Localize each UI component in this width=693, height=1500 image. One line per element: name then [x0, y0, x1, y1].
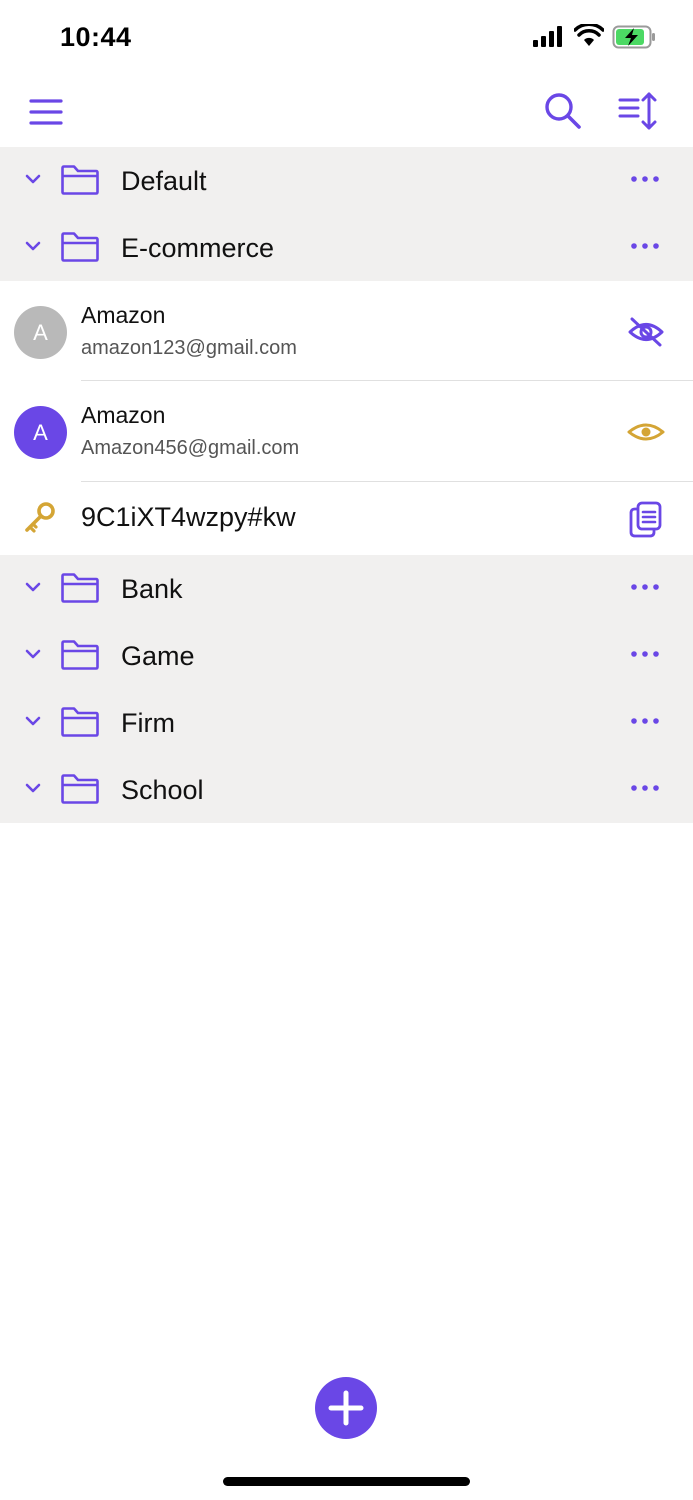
- eye-icon[interactable]: [626, 415, 666, 449]
- folder-name: Game: [121, 641, 195, 671]
- folder-row-default[interactable]: Default: [0, 147, 693, 214]
- key-icon: [25, 502, 55, 533]
- entry-email: amazon123@gmail.com: [81, 337, 297, 359]
- sort-icon[interactable]: [616, 90, 662, 132]
- entry-email: Amazon456@gmail.com: [81, 437, 300, 459]
- more-icon[interactable]: [630, 175, 660, 183]
- folder-row-school[interactable]: School: [0, 756, 693, 823]
- folder-name: Default: [121, 166, 207, 196]
- avatar: A: [14, 406, 67, 459]
- password-row[interactable]: 9C1iXT4wzpy#kw: [0, 482, 693, 555]
- menu-icon[interactable]: [26, 94, 66, 130]
- chevron-down-icon[interactable]: [24, 581, 42, 593]
- entry-row[interactable]: A Amazon Amazon456@gmail.com: [0, 381, 693, 481]
- wifi-icon: [574, 24, 604, 46]
- status-time: 10:44: [60, 22, 132, 52]
- folder-icon: [61, 774, 99, 804]
- entry-row[interactable]: A Amazon amazon123@gmail.com: [0, 281, 693, 381]
- chevron-down-icon[interactable]: [24, 782, 42, 794]
- entry-title: Amazon: [81, 402, 166, 428]
- status-bar: 10:44: [0, 0, 693, 76]
- folder-icon: [61, 640, 99, 670]
- add-button[interactable]: [315, 1377, 377, 1439]
- chevron-down-icon[interactable]: [24, 173, 42, 185]
- eye-slash-icon[interactable]: [626, 315, 666, 349]
- folder-name: E-commerce: [121, 233, 275, 263]
- entry-title: Amazon: [81, 302, 166, 328]
- folder-row-firm[interactable]: Firm: [0, 689, 693, 756]
- folder-name: Bank: [121, 574, 183, 604]
- chevron-down-icon[interactable]: [24, 240, 42, 252]
- folder-icon: [61, 707, 99, 737]
- folder-row-game[interactable]: Game: [0, 622, 693, 689]
- avatar: A: [14, 306, 67, 359]
- chevron-down-icon[interactable]: [24, 648, 42, 660]
- toolbar: [0, 76, 693, 146]
- more-icon[interactable]: [630, 717, 660, 725]
- more-icon[interactable]: [630, 650, 660, 658]
- folder-name: Firm: [121, 708, 175, 738]
- folder-row-e-commerce[interactable]: E-commerce: [0, 214, 693, 281]
- plus-icon: [328, 1390, 364, 1426]
- more-icon[interactable]: [630, 242, 660, 250]
- folder-name: School: [121, 775, 204, 805]
- folder-group-top: Default E-commerce: [0, 147, 693, 281]
- chevron-down-icon[interactable]: [24, 715, 42, 727]
- folder-icon: [61, 573, 99, 603]
- folder-icon: [61, 165, 99, 195]
- folder-icon: [61, 232, 99, 262]
- copy-icon[interactable]: [628, 500, 664, 538]
- password-value: 9C1iXT4wzpy#kw: [81, 502, 296, 532]
- more-icon[interactable]: [630, 784, 660, 792]
- folder-row-bank[interactable]: Bank: [0, 555, 693, 622]
- cellular-signal-icon: [533, 26, 562, 47]
- folder-group-bottom: Bank Game Firm School: [0, 555, 693, 823]
- search-icon[interactable]: [542, 90, 584, 132]
- battery-charging-icon: [612, 25, 655, 49]
- home-indicator: [223, 1477, 470, 1486]
- more-icon[interactable]: [630, 583, 660, 591]
